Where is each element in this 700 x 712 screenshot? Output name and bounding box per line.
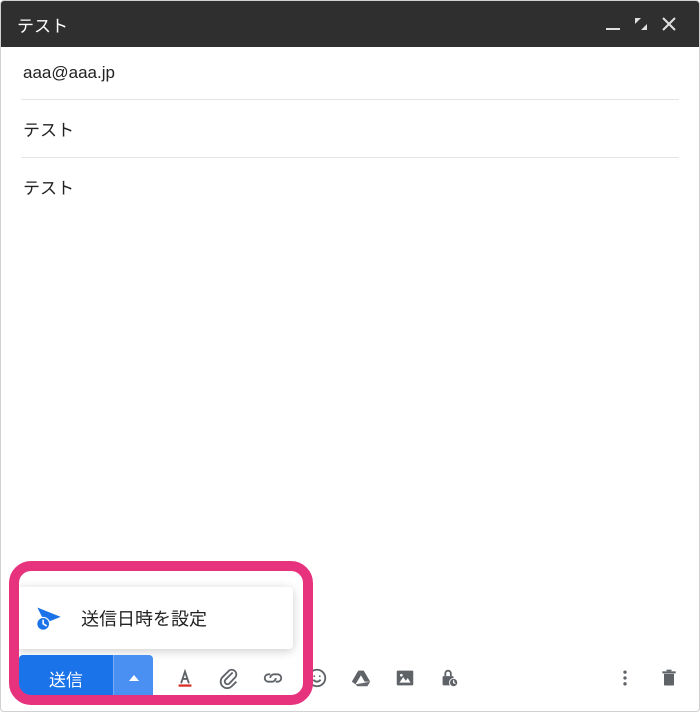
- attach-button[interactable]: [217, 666, 241, 690]
- send-options-button[interactable]: [113, 655, 153, 701]
- compose-window: テスト aaa@aaa.jp テスト テスト 送信日時を設定 送信: [0, 0, 700, 712]
- message-body[interactable]: テスト: [1, 158, 699, 645]
- send-button[interactable]: 送信: [19, 655, 113, 701]
- insert-emoji-button[interactable]: [305, 666, 329, 690]
- confidential-mode-button[interactable]: [437, 666, 461, 690]
- minimize-icon: [605, 16, 621, 32]
- header-fields: aaa@aaa.jp テスト: [1, 47, 699, 158]
- insert-link-button[interactable]: [261, 666, 285, 690]
- schedule-send-label: 送信日時を設定: [81, 605, 207, 631]
- link-icon: [262, 667, 284, 689]
- window-title: テスト: [17, 12, 599, 37]
- titlebar: テスト: [1, 1, 699, 47]
- trash-icon: [659, 668, 679, 688]
- more-options-button[interactable]: [613, 666, 637, 690]
- triangle-up-icon: [128, 672, 140, 684]
- compose-toolbar: 送信: [1, 645, 699, 711]
- formatting-button[interactable]: [173, 666, 197, 690]
- minimize-button[interactable]: [599, 10, 627, 38]
- text-format-icon: [174, 667, 196, 689]
- lock-clock-icon: [438, 667, 460, 689]
- emoji-icon: [306, 667, 328, 689]
- drive-icon: [350, 667, 372, 689]
- close-icon: [661, 16, 677, 32]
- discard-draft-button[interactable]: [657, 666, 681, 690]
- fullscreen-button[interactable]: [627, 10, 655, 38]
- more-vertical-icon: [615, 668, 635, 688]
- insert-photo-button[interactable]: [393, 666, 417, 690]
- schedule-send-icon: [35, 604, 63, 632]
- send-button-group: 送信: [19, 655, 153, 701]
- schedule-send-option[interactable]: 送信日時を設定: [17, 587, 293, 649]
- close-button[interactable]: [655, 10, 683, 38]
- image-icon: [394, 667, 416, 689]
- expand-icon: [633, 16, 649, 32]
- subject-field[interactable]: テスト: [21, 100, 679, 158]
- recipient-field[interactable]: aaa@aaa.jp: [21, 47, 679, 100]
- paperclip-icon: [218, 667, 240, 689]
- insert-drive-button[interactable]: [349, 666, 373, 690]
